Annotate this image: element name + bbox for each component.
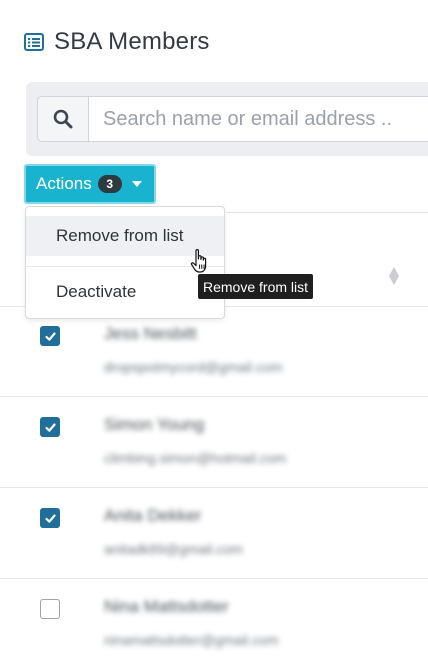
search-button[interactable] [37,96,89,142]
actions-label: Actions [36,174,92,193]
check-icon [44,331,56,341]
table-row: Simon Young climbing.simon@hotmail.com [0,397,428,487]
search-bar [37,96,428,142]
check-icon [44,422,56,432]
row-checkbox[interactable] [40,417,60,437]
member-name[interactable]: Nina Mattsdotter [104,597,229,617]
member-email: anitadk89@gmail.com [104,541,243,557]
search-input[interactable] [89,96,428,142]
search-icon [53,109,73,129]
menu-item-deactivate[interactable]: Deactivate [26,272,224,312]
caret-down-icon [131,181,142,187]
row-checkbox[interactable] [40,599,60,619]
page-header: SBA Members [24,28,210,56]
page-title: SBA Members [54,28,210,55]
row-checkbox[interactable] [40,508,60,528]
pointer-hand-icon [190,249,207,273]
member-name[interactable]: Jess Nesbitt [104,324,197,344]
row-checkbox[interactable] [40,326,60,346]
member-name[interactable]: Simon Young [104,415,204,435]
table-row: Jess Nesbitt dropspotmycord@gmail.com [0,306,428,396]
tooltip: Remove from list [198,274,314,299]
member-name[interactable]: Anita Dekker [104,506,201,526]
member-email: ninamattsdotter@gmail.com [104,632,279,648]
selected-count-badge: 3 [97,175,122,193]
table-header-border [226,212,428,213]
menu-item-label: Deactivate [56,282,137,301]
table-row: Anita Dekker anitadk89@gmail.com [0,488,428,578]
sort-icon[interactable] [388,266,400,286]
member-email: dropspotmycord@gmail.com [104,359,283,375]
actions-dropdown-button[interactable]: Actions 3 [24,164,156,204]
member-email: climbing.simon@hotmail.com [104,450,287,466]
list-alt-icon [24,33,44,51]
menu-item-label: Remove from list [56,226,184,245]
table-row: Nina Mattsdotter ninamattsdotter@gmail.c… [0,579,428,656]
check-icon [44,513,56,523]
